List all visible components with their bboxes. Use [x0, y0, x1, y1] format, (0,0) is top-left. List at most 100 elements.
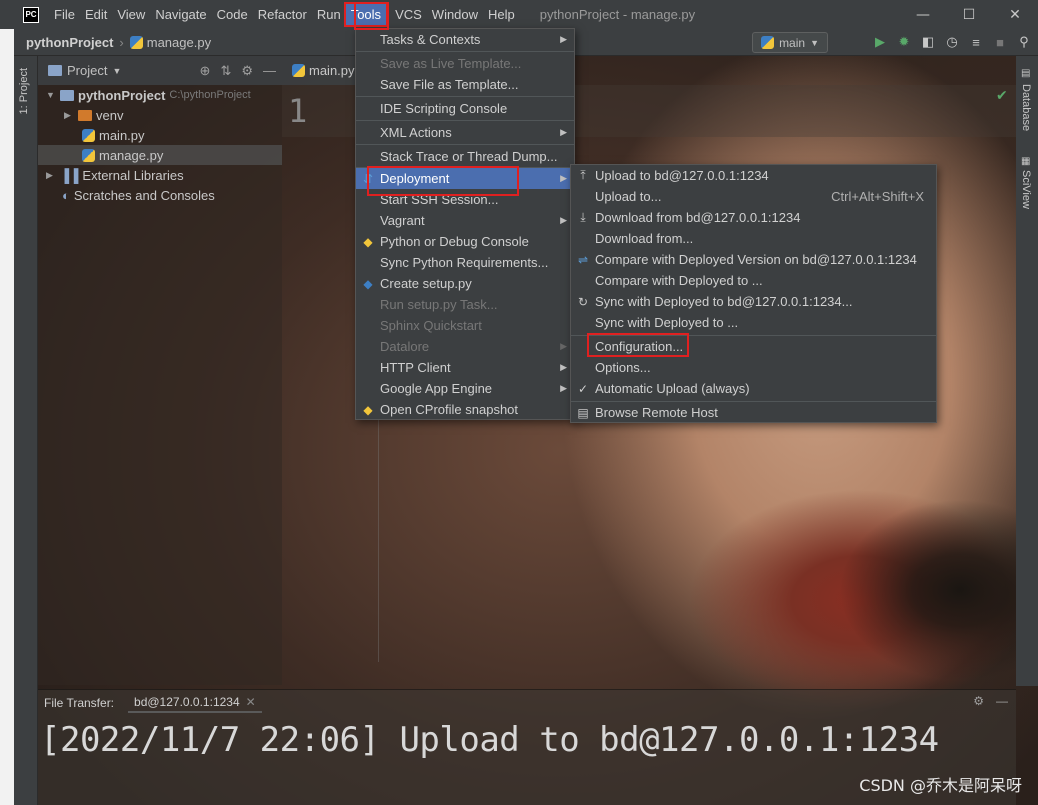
- menu-item-google-app-engine[interactable]: Google App Engine ▶: [356, 378, 574, 399]
- locate-icon[interactable]: ⊕: [200, 63, 211, 79]
- menu-run[interactable]: Run: [312, 4, 346, 25]
- menu-item-compare-with-deployed-version-on-bd-127-0-0-1-1234[interactable]: ⇌ Compare with Deployed Version on bd@127…: [571, 249, 936, 270]
- tree-item-root[interactable]: ▼ pythonProject C:\pythonProject: [46, 85, 282, 105]
- hide-icon[interactable]: —: [996, 694, 1008, 708]
- compare-icon: ⇌: [577, 252, 589, 267]
- menu-item-download-from-bd-127-0-0-1-1234[interactable]: ⤓ Download from bd@127.0.0.1:1234: [571, 207, 936, 228]
- close-icon[interactable]: ✕: [992, 0, 1038, 29]
- menu-item-upload-to-bd-127-0-0-1-1234[interactable]: ⤒ Upload to bd@127.0.0.1:1234: [571, 165, 936, 186]
- menu-tools[interactable]: Tools: [343, 2, 389, 27]
- chevron-right-icon: ›: [119, 34, 124, 50]
- editor-tab-main-py[interactable]: main.py: [282, 63, 355, 78]
- sciview-tool-tab[interactable]: SciView: [1020, 170, 1032, 209]
- menu-refactor[interactable]: Refactor: [253, 4, 312, 25]
- menu-item-sync-with-deployed-to-bd-127-0-0-1-1234[interactable]: ↻ Sync with Deployed to bd@127.0.0.1:1234…: [571, 291, 936, 312]
- menu-item-options[interactable]: Options...: [571, 357, 936, 378]
- menu-item-start-ssh-session[interactable]: Start SSH Session...: [356, 189, 574, 210]
- run-icon[interactable]: ▶: [872, 33, 888, 51]
- menu-item-label: IDE Scripting Console: [380, 101, 508, 116]
- python-file-icon: [82, 148, 95, 162]
- menu-item-label: Sync with Deployed to bd@127.0.0.1:1234.…: [595, 294, 853, 309]
- file-transfer-label: File Transfer:: [44, 696, 115, 710]
- hide-icon[interactable]: —: [263, 63, 276, 79]
- search-icon[interactable]: ⚲: [1016, 33, 1032, 51]
- menu-help[interactable]: Help: [483, 4, 520, 25]
- maximize-icon[interactable]: ☐: [946, 0, 992, 29]
- menu-file[interactable]: File: [49, 4, 80, 25]
- menu-item-sync-python-requirements[interactable]: Sync Python Requirements...: [356, 252, 574, 273]
- outer-window-edge: [0, 29, 14, 805]
- project-view-selector[interactable]: Project ▼: [48, 63, 121, 78]
- submenu-arrow-icon: ▶: [560, 341, 567, 351]
- profile-icon[interactable]: ◷: [944, 33, 960, 51]
- build-icon[interactable]: ≡: [968, 33, 984, 51]
- menu-item-deployment[interactable]: ⇵ Deployment ▶: [356, 168, 574, 189]
- run-config-selector[interactable]: main ▼: [752, 32, 828, 53]
- minimize-icon[interactable]: —: [900, 0, 946, 29]
- window-title: pythonProject - manage.py: [539, 7, 696, 22]
- menu-item-run-setup-py-task[interactable]: Run setup.py Task...: [356, 294, 574, 315]
- project-tool-tab[interactable]: 1: Project: [18, 68, 30, 114]
- menu-item-open-cprofile-snapshot[interactable]: ◆ Open CProfile snapshot: [356, 399, 574, 420]
- libraries-icon: ▐▐: [60, 167, 79, 183]
- editor-tab-bar: main.py: [282, 56, 356, 85]
- menu-view[interactable]: View: [112, 4, 150, 25]
- breadcrumb-file[interactable]: manage.py: [129, 35, 211, 50]
- menu-item-browse-remote-host[interactable]: ▤ Browse Remote Host: [571, 402, 936, 423]
- menu-item-datalore[interactable]: Datalore ▶: [356, 336, 574, 357]
- menu-item-label: Run setup.py Task...: [380, 297, 498, 312]
- menu-item-stack-trace-or-thread-dump[interactable]: Stack Trace or Thread Dump...: [356, 146, 574, 167]
- menu-item-create-setup-py[interactable]: ◆ Create setup.py: [356, 273, 574, 294]
- menu-item-sync-with-deployed-to[interactable]: Sync with Deployed to ...: [571, 312, 936, 333]
- menu-item-http-client[interactable]: HTTP Client ▶: [356, 357, 574, 378]
- chevron-down-icon: ▼: [112, 65, 122, 76]
- menu-item-compare-with-deployed-to[interactable]: Compare with Deployed to ...: [571, 270, 936, 291]
- gear-icon[interactable]: ⚙: [973, 694, 984, 708]
- cprofile-icon: ◆: [363, 402, 373, 417]
- menu-item-ide-scripting-console[interactable]: IDE Scripting Console: [356, 98, 574, 119]
- tree-item-scratches[interactable]: ◐ Scratches and Consoles: [62, 185, 215, 205]
- menu-item-sphinx-quickstart[interactable]: Sphinx Quickstart: [356, 315, 574, 336]
- tree-root-path: C:\pythonProject: [169, 89, 251, 101]
- menu-item-save-file-as-template[interactable]: Save File as Template...: [356, 74, 574, 95]
- menu-item-label: Sync Python Requirements...: [380, 255, 549, 270]
- close-icon[interactable]: ✕: [246, 695, 256, 709]
- collapse-all-icon[interactable]: ⇅: [220, 63, 231, 79]
- menu-vcs[interactable]: VCS: [390, 4, 427, 25]
- database-tool-tab[interactable]: Database: [1020, 84, 1032, 131]
- gear-icon[interactable]: ⚙: [241, 63, 253, 79]
- menu-item-save-as-live-template[interactable]: Save as Live Template...: [356, 53, 574, 74]
- download-icon: ⤓: [580, 210, 586, 224]
- tree-item-manage-py[interactable]: manage.py: [38, 145, 282, 165]
- submenu-arrow-icon: ▶: [560, 362, 567, 372]
- menu-item-xml-actions[interactable]: XML Actions ▶: [356, 122, 574, 143]
- menu-item-tasks-contexts[interactable]: Tasks & Contexts ▶: [356, 29, 574, 50]
- debug-icon[interactable]: ✹: [896, 33, 912, 51]
- menu-item-automatic-upload-always[interactable]: ✓ Automatic Upload (always): [571, 378, 936, 399]
- database-icon: ▤: [1021, 68, 1031, 79]
- menu-item-configuration[interactable]: Configuration...: [571, 336, 936, 357]
- menu-item-label: Deployment: [380, 171, 450, 186]
- menu-edit[interactable]: Edit: [80, 4, 112, 25]
- menu-code[interactable]: Code: [212, 4, 253, 25]
- coverage-icon[interactable]: ◧: [920, 33, 936, 51]
- tree-item-external-libraries[interactable]: ▶ ▐▐ External Libraries: [46, 165, 184, 185]
- tree-item-main-py[interactable]: main.py: [82, 125, 145, 145]
- stop-icon[interactable]: ■: [992, 33, 1008, 51]
- submenu-arrow-icon: ▶: [560, 215, 567, 225]
- checkmark-icon: ✔: [996, 88, 1008, 104]
- toolbar-icons: ▶ ✹ ◧ ◷ ≡ ■ ⚲: [872, 33, 1032, 51]
- menu-item-download-from[interactable]: Download from...: [571, 228, 936, 249]
- menu-item-upload-to[interactable]: Upload to... Ctrl+Alt+Shift+X: [571, 186, 936, 207]
- file-transfer-tab[interactable]: bd@127.0.0.1:1234 ✕: [128, 693, 262, 713]
- menu-item-vagrant[interactable]: Vagrant ▶: [356, 210, 574, 231]
- python-icon: ◆: [363, 234, 373, 249]
- menu-navigate[interactable]: Navigate: [150, 4, 211, 25]
- breadcrumb-project[interactable]: pythonProject: [14, 35, 113, 50]
- project-tree: ▼ pythonProject C:\pythonProject ▶ venv …: [38, 85, 282, 685]
- menu-window[interactable]: Window: [427, 4, 483, 25]
- menu-item-python-or-debug-console[interactable]: ◆ Python or Debug Console: [356, 231, 574, 252]
- title-bar: PC File Edit View Navigate Code Refactor…: [0, 0, 1038, 29]
- tree-item-venv[interactable]: ▶ venv: [64, 105, 123, 125]
- folder-icon: [78, 109, 92, 121]
